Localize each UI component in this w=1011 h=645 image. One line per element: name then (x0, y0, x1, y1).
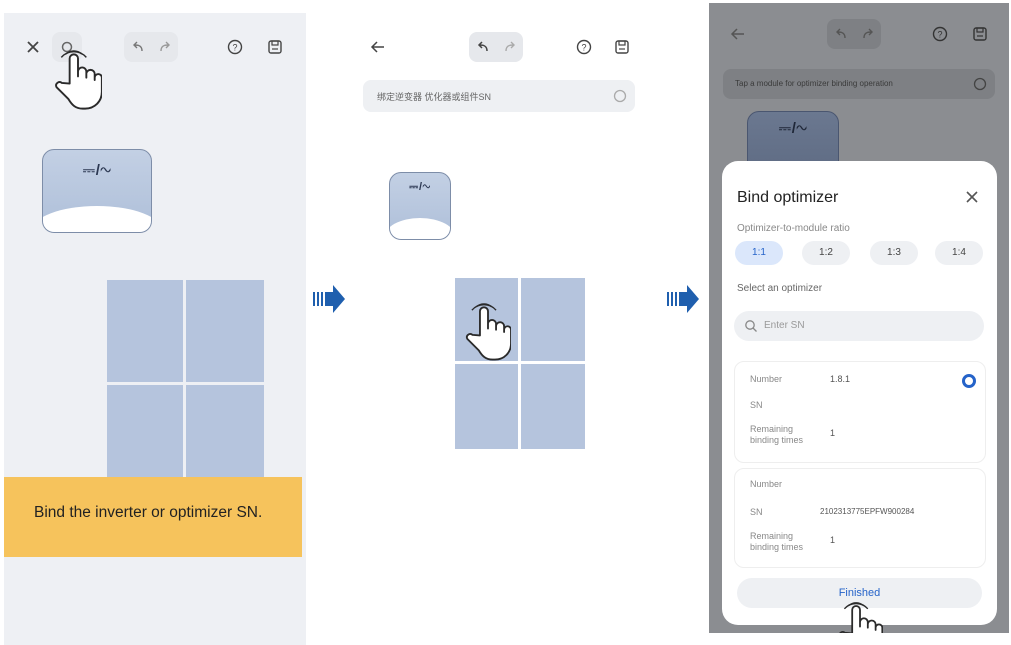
callout-text: Bind the inverter or optimizer SN. (34, 504, 263, 521)
svg-text:?: ? (937, 30, 942, 40)
svg-text:?: ? (581, 43, 586, 53)
screen-panel-2: ? 绑定逆变器 优化器或组件SN ⎓/∿ (357, 20, 639, 450)
close-icon[interactable] (964, 189, 980, 205)
remaining-label: Remaining binding times (750, 531, 804, 552)
close-button[interactable] (18, 32, 48, 62)
select-optimizer-label: Select an optimizer (737, 283, 823, 294)
remaining-label: Remaining binding times (750, 424, 804, 445)
save-icon (268, 40, 282, 54)
optimizer-item[interactable]: Number 1.8.1 SN Remaining binding times … (734, 361, 986, 463)
save-button[interactable] (965, 19, 995, 49)
remaining-value: 1 (830, 428, 836, 438)
back-button[interactable] (363, 32, 393, 62)
help-button[interactable]: ? (220, 32, 250, 62)
tap-hand-icon (54, 49, 102, 111)
search-icon (745, 320, 757, 332)
flow-arrow-icon (313, 285, 345, 313)
help-button[interactable]: ? (925, 19, 955, 49)
optimizer-item[interactable]: Number SN 2102313775EPFW900284 Remaining… (734, 468, 986, 568)
bind-optimizer-sheet: Bind optimizer Optimizer-to-module ratio… (722, 161, 997, 625)
pv-module-cell[interactable] (521, 278, 585, 361)
pv-module-cell[interactable] (186, 385, 264, 490)
pv-module-array[interactable] (107, 280, 264, 490)
number-label: Number (750, 374, 783, 384)
save-button[interactable] (607, 32, 637, 62)
back-arrow-icon (730, 28, 744, 40)
inverter-symbol: ⎓/∿ (82, 162, 112, 179)
selected-radio[interactable] (962, 374, 976, 388)
instruction-callout: Bind the inverter or optimizer SN. (4, 477, 302, 557)
hint-text: 绑定逆变器 优化器或组件SN (377, 92, 492, 102)
help-button[interactable]: ? (569, 32, 599, 62)
undo-icon[interactable] (476, 40, 490, 54)
help-icon: ? (576, 39, 592, 55)
inverter-block[interactable]: ⎓/∿ (42, 149, 152, 233)
save-icon (973, 27, 987, 41)
ratio-chip[interactable]: 1:4 (935, 241, 983, 265)
redo-icon[interactable] (503, 40, 517, 54)
hint-bar: Tap a module for optimizer binding opera… (723, 69, 995, 99)
redo-icon[interactable] (861, 27, 875, 41)
number-value: 1.8.1 (830, 374, 851, 384)
pv-module-cell[interactable] (455, 364, 518, 449)
help-icon: ? (932, 26, 948, 42)
save-button[interactable] (260, 32, 290, 62)
ratio-chip[interactable]: 1:1 (735, 241, 783, 265)
undo-icon[interactable] (834, 27, 848, 41)
hint-bar: 绑定逆变器 优化器或组件SN (363, 80, 635, 112)
undo-redo-group (124, 32, 178, 62)
sheet-title: Bind optimizer (737, 189, 839, 206)
flow-arrow-icon (667, 285, 699, 313)
sn-label: SN (750, 507, 763, 517)
undo-redo-group (827, 19, 881, 49)
inverter-symbol: ⎓/∿ (778, 120, 808, 137)
screen-panel-3: ? Tap a module for optimizer binding ope… (709, 3, 1009, 633)
number-label: Number (750, 479, 783, 489)
inverter-symbol: ⎓/∿ (409, 181, 431, 193)
pv-module-cell[interactable] (107, 280, 183, 382)
back-button[interactable] (723, 19, 753, 49)
pv-module-cell[interactable] (107, 385, 183, 490)
hint-text: Tap a module for optimizer binding opera… (735, 79, 893, 88)
tap-hand-icon (465, 302, 511, 362)
help-icon: ? (227, 39, 243, 55)
sn-label: SN (750, 400, 763, 410)
tap-hand-icon (837, 601, 883, 633)
close-hint-icon[interactable] (973, 77, 987, 91)
undo-redo-group (469, 32, 523, 62)
search-placeholder: Enter SN (764, 320, 805, 331)
pv-module-cell[interactable] (186, 280, 264, 382)
close-hint-icon[interactable] (613, 89, 627, 103)
pv-module-cell[interactable] (521, 364, 585, 449)
remaining-value: 1 (830, 535, 836, 545)
undo-icon[interactable] (131, 40, 145, 54)
close-icon (27, 41, 39, 53)
svg-text:?: ? (232, 43, 237, 53)
inverter-block[interactable]: ⎓/∿ (389, 172, 451, 240)
sn-value: 2102313775EPFW900284 (820, 507, 915, 516)
ratio-chip[interactable]: 1:2 (802, 241, 850, 265)
redo-icon[interactable] (158, 40, 172, 54)
ratio-chip[interactable]: 1:3 (870, 241, 918, 265)
back-arrow-icon (370, 41, 384, 53)
ratio-label: Optimizer-to-module ratio (737, 223, 850, 234)
sn-search-input[interactable]: Enter SN (734, 311, 984, 341)
save-icon (615, 40, 629, 54)
